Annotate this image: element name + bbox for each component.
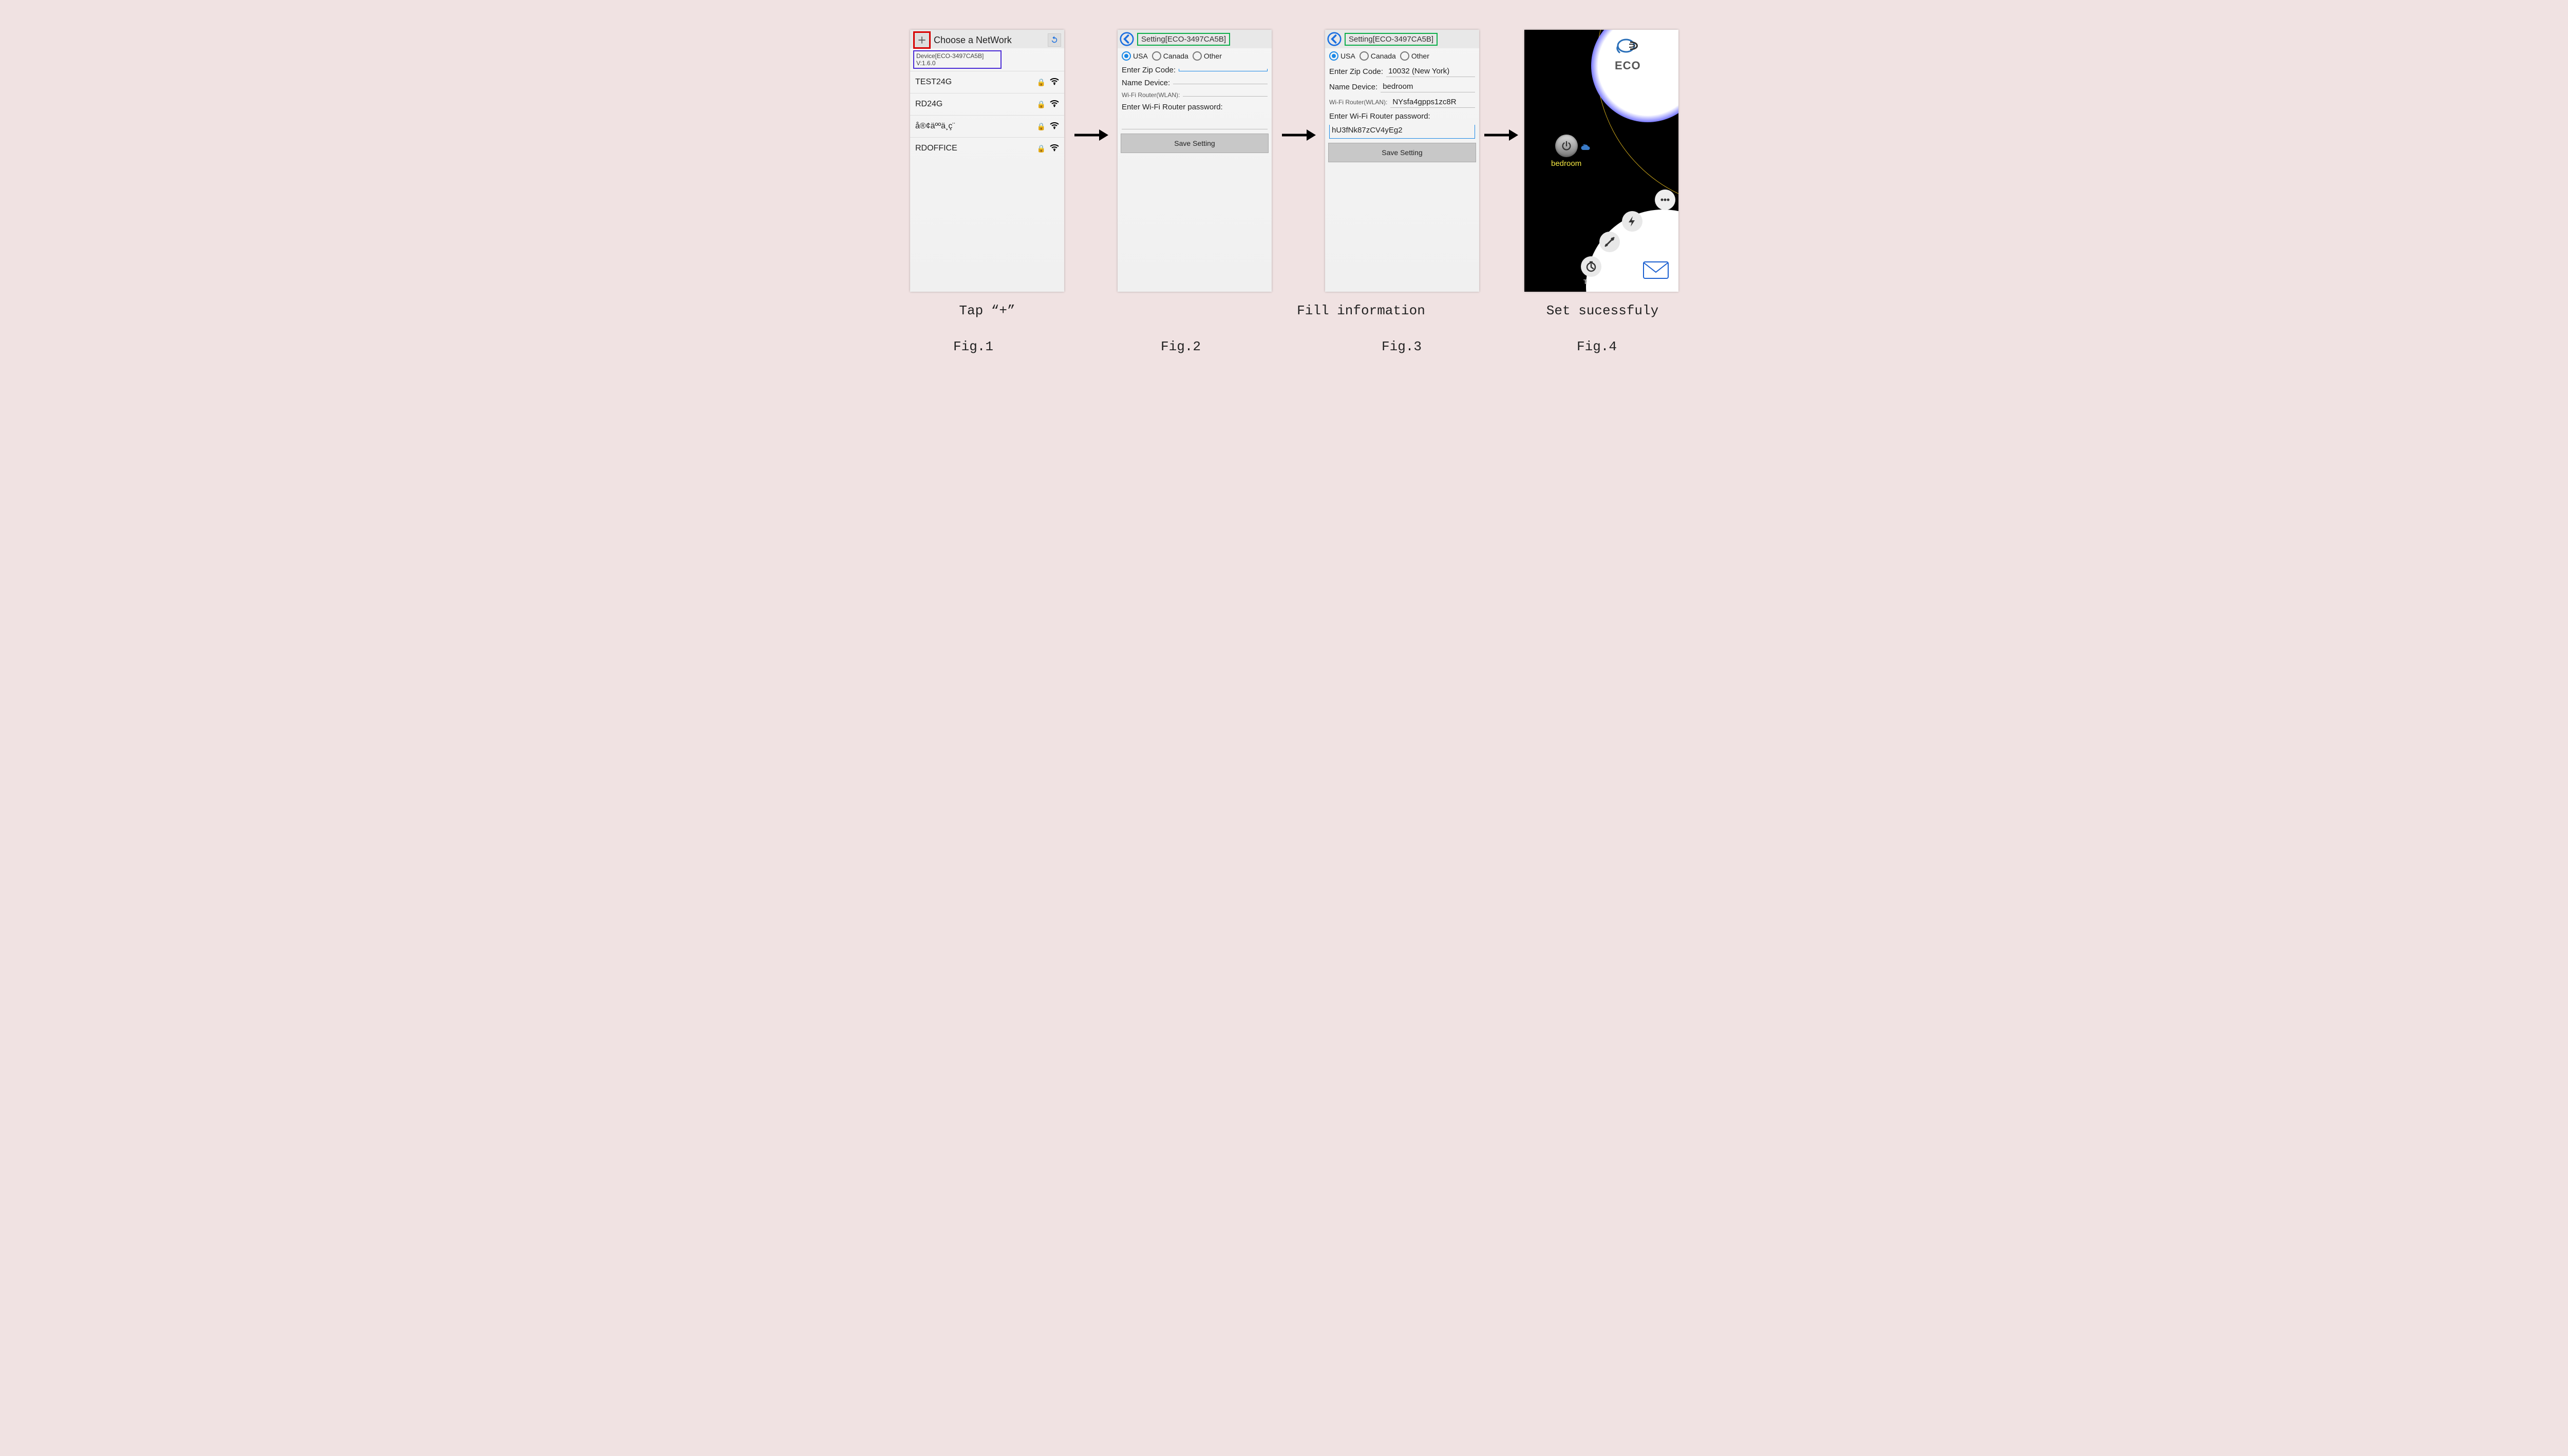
wifi-icon	[1050, 100, 1059, 109]
network-name: TEST24G	[915, 78, 952, 87]
device-label: bedroom	[1551, 159, 1581, 168]
arrow-icon	[1073, 127, 1109, 143]
brand-text: ECO	[1615, 59, 1646, 72]
radio-icon	[1329, 51, 1338, 61]
zip-input[interactable]: 10032 (New York)	[1386, 66, 1475, 77]
setting-label: Setting	[1600, 254, 1619, 261]
device-node[interactable]: bedroom	[1551, 135, 1581, 168]
bill-label: Electric Bill	[1622, 233, 1652, 240]
timer-label: Timer	[1583, 278, 1599, 286]
network-row[interactable]: å®¢äººä¸­ç­¨ 🔒	[910, 115, 1064, 137]
region-label: USA	[1340, 52, 1355, 60]
screen-dashboard: ECO bedroom Timer Setting	[1524, 30, 1678, 292]
figure-label: Fig.2	[1161, 339, 1201, 354]
network-row[interactable]: TEST24G 🔒	[910, 71, 1064, 93]
figure-label: Fig.4	[1577, 339, 1617, 354]
password-input[interactable]	[1122, 116, 1268, 129]
refresh-icon	[1050, 35, 1059, 45]
screen-setting-empty: Setting[ECO-3497CA5B] USA Canada Other Ent…	[1118, 30, 1272, 292]
power-icon	[1561, 140, 1572, 152]
zip-label: Enter Zip Code:	[1122, 66, 1176, 74]
region-option[interactable]: Canada	[1152, 51, 1188, 61]
region-option[interactable]: USA	[1122, 51, 1148, 61]
wlan-input[interactable]	[1183, 94, 1268, 97]
cloud-icon	[1580, 144, 1591, 155]
network-name: RDOFFICE	[915, 144, 957, 153]
network-row[interactable]: RDOFFICE 🔒	[910, 137, 1064, 159]
region-option[interactable]: USA	[1329, 51, 1355, 61]
page-title: Choose a NetWork	[934, 35, 1012, 46]
region-label: Canada	[1371, 52, 1396, 60]
name-label: Name Device:	[1122, 79, 1170, 87]
network-list: TEST24G 🔒 RD24G 🔒 å®¢äººä¸­ç­¨ 🔒 RDOFFICE 🔒	[910, 71, 1064, 159]
add-button[interactable]	[913, 31, 931, 49]
radio-icon	[1193, 51, 1202, 61]
wifi-icon	[1050, 144, 1059, 153]
save-button[interactable]: Save Setting	[1328, 143, 1476, 162]
region-label: USA	[1133, 52, 1148, 60]
radio-icon	[1359, 51, 1369, 61]
network-row[interactable]: RD24G 🔒	[910, 93, 1064, 115]
bolt-icon	[1626, 215, 1638, 228]
radio-icon	[1152, 51, 1161, 61]
wifi-icon	[1050, 122, 1059, 131]
timer-button[interactable]: Timer	[1581, 256, 1601, 286]
region-option[interactable]: Other	[1193, 51, 1222, 61]
figure-label: Fig.3	[1382, 339, 1422, 354]
save-button[interactable]: Save Setting	[1121, 134, 1269, 153]
lock-icon: 🔒	[1037, 122, 1046, 131]
screen-setting-filled: Setting[ECO-3497CA5B] USA Canada Other Ent…	[1325, 30, 1479, 292]
wifi-icon	[1050, 78, 1059, 87]
more-button[interactable]: More	[1655, 190, 1675, 219]
more-label: More	[1658, 212, 1672, 219]
zip-input[interactable]	[1179, 69, 1268, 71]
device-info: Device[ECO-3497CA5B] V:1.6.0	[913, 50, 1002, 69]
plus-icon	[917, 35, 927, 45]
password-input[interactable]: hU3fNk87zCV4yEg2	[1329, 125, 1475, 139]
caption: Tap “+”	[900, 303, 1074, 318]
setting-button[interactable]: Setting	[1599, 232, 1620, 261]
back-button[interactable]	[1327, 32, 1342, 46]
wlan-input[interactable]: NYsfa4gpps1zc8R	[1390, 97, 1475, 108]
more-icon	[1659, 194, 1671, 206]
caption: Fill information	[1274, 303, 1448, 318]
name-input[interactable]: bedroom	[1381, 81, 1475, 92]
caption: Set sucessfuly	[1515, 303, 1690, 318]
page-title: Setting[ECO-3497CA5B]	[1137, 33, 1230, 46]
region-label: Other	[1204, 52, 1222, 60]
password-label: Enter Wi-Fi Router password:	[1118, 101, 1272, 114]
name-input[interactable]	[1173, 82, 1268, 84]
wlan-label: Wi-Fi Router(WLAN):	[1329, 99, 1387, 106]
name-label: Name Device:	[1329, 83, 1377, 91]
region-option[interactable]: Canada	[1359, 51, 1396, 61]
region-label: Canada	[1163, 52, 1188, 60]
power-button[interactable]	[1555, 135, 1578, 157]
wlan-label: Wi-Fi Router(WLAN):	[1122, 91, 1180, 99]
network-name: RD24G	[915, 100, 942, 109]
lock-icon: 🔒	[1037, 100, 1046, 109]
radio-icon	[1122, 51, 1131, 61]
region-option[interactable]: Other	[1400, 51, 1429, 61]
bill-button[interactable]: Electric Bill	[1622, 211, 1652, 240]
network-name: å®¢äººä¸­ç­¨	[915, 122, 955, 131]
region-label: Other	[1411, 52, 1429, 60]
arrow-icon	[1281, 127, 1317, 143]
arrow-icon	[1483, 127, 1519, 143]
tools-icon	[1603, 236, 1616, 248]
figure-label: Fig.1	[953, 339, 993, 354]
password-label: Enter Wi-Fi Router password:	[1325, 110, 1479, 123]
back-button[interactable]	[1120, 32, 1134, 46]
refresh-button[interactable]	[1048, 33, 1061, 47]
eco-plug-icon	[1615, 37, 1646, 54]
region-radios: USA Canada Other	[1118, 48, 1272, 64]
page-title: Setting[ECO-3497CA5B]	[1345, 33, 1438, 46]
zip-label: Enter Zip Code:	[1329, 67, 1383, 76]
region-radios: USA Canada Other	[1325, 48, 1479, 64]
screen-choose-network: Choose a NetWork Device[ECO-3497CA5B] V:…	[910, 30, 1064, 292]
radio-icon	[1400, 51, 1409, 61]
lock-icon: 🔒	[1037, 144, 1046, 153]
lock-icon: 🔒	[1037, 78, 1046, 87]
timer-icon	[1585, 260, 1597, 273]
